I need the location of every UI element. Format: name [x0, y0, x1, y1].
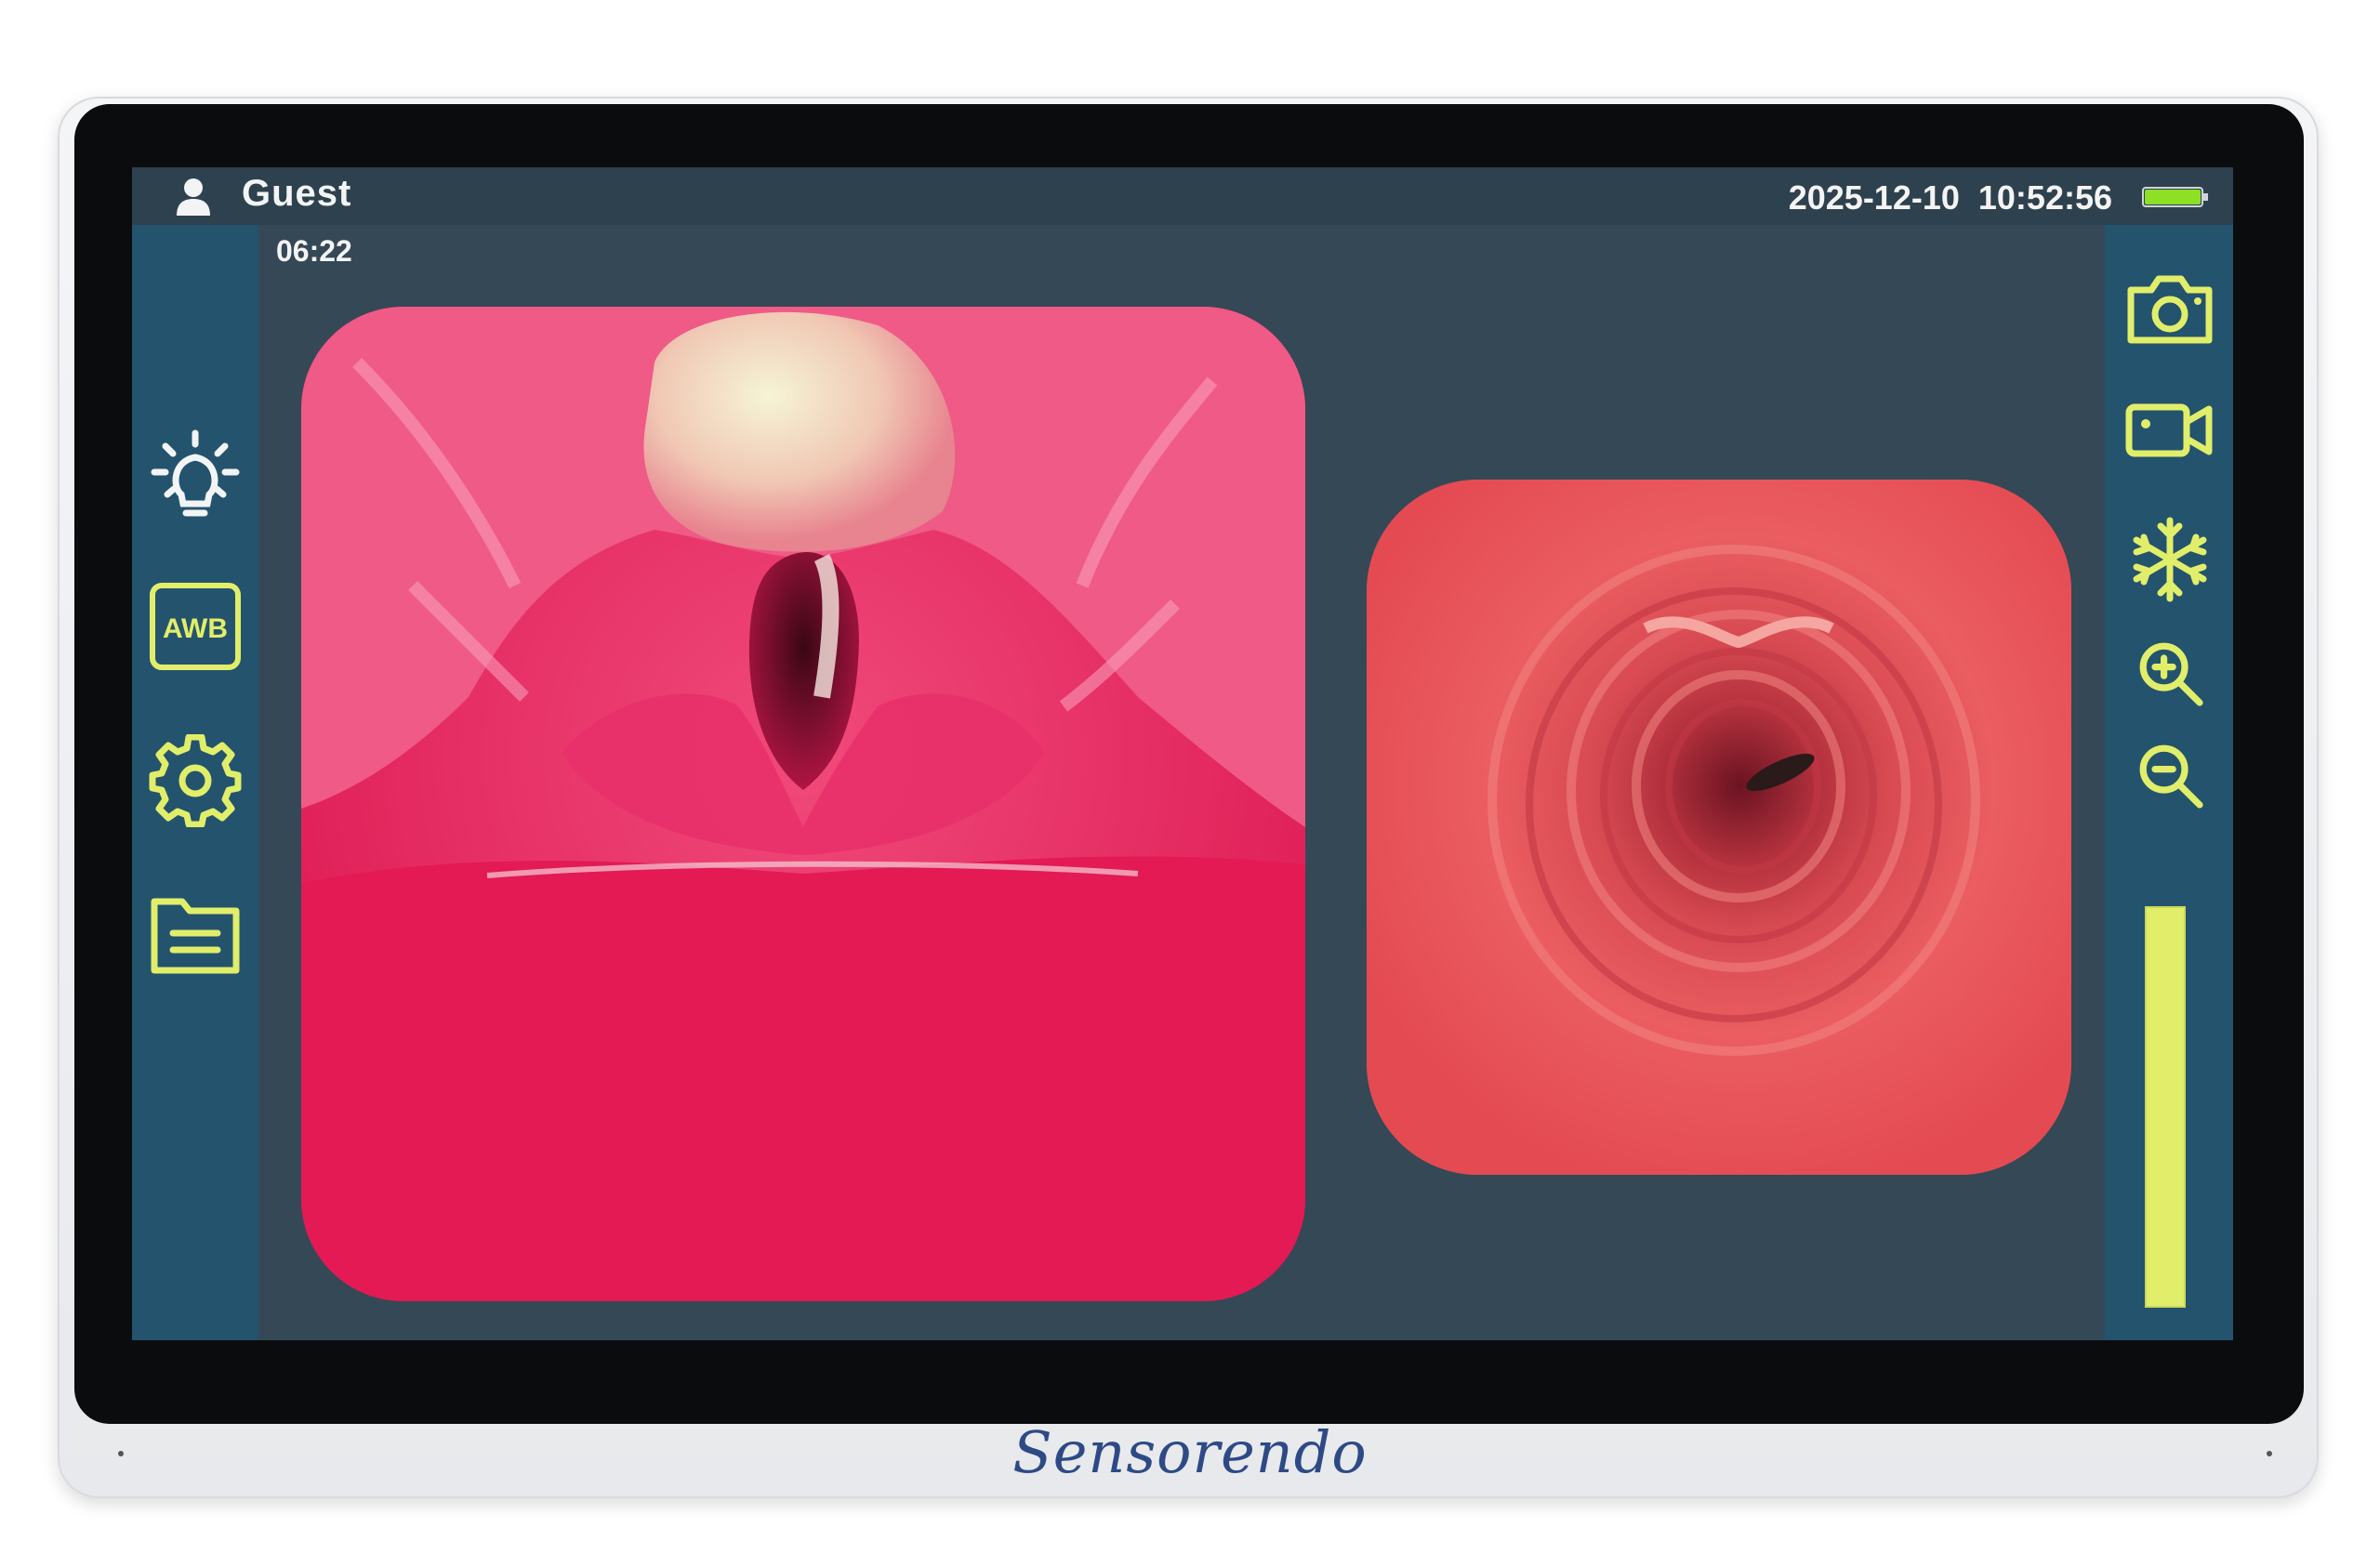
zoom-out-icon	[2139, 744, 2203, 809]
folder-icon	[151, 898, 240, 974]
brightness-icon	[151, 429, 240, 517]
zoom-out-button[interactable]	[2133, 738, 2207, 812]
settings-button[interactable]	[149, 734, 242, 827]
zoom-in-button[interactable]	[2133, 636, 2207, 710]
user-name[interactable]: Guest	[242, 173, 351, 215]
battery-icon	[2142, 187, 2209, 207]
awb-button[interactable]: AWB	[149, 580, 242, 673]
video-camera-icon	[2125, 403, 2213, 457]
record-video-button[interactable]	[2123, 383, 2216, 476]
tracheal-view-image	[1367, 480, 2071, 1175]
snowflake-icon	[2133, 517, 2207, 602]
brightness-button[interactable]	[149, 428, 242, 520]
zoom-level-bar[interactable]	[2145, 906, 2186, 1308]
capture-photo-button[interactable]	[2123, 262, 2216, 355]
awb-icon: AWB	[150, 583, 241, 670]
brand-logo: Sensorendo	[1012, 1418, 1368, 1486]
status-bar: Guest 2025-12-10 10:52:56	[132, 167, 2233, 225]
freeze-button[interactable]	[2123, 513, 2216, 606]
files-button[interactable]	[149, 887, 242, 980]
user-icon[interactable]	[173, 175, 214, 217]
laryngeal-view-image	[301, 307, 1305, 1301]
main-video-feed[interactable]	[301, 307, 1305, 1301]
awb-label: AWB	[163, 613, 228, 644]
endoscope-screen: Guest 2025-12-10 10:52:56 06:22 AWB	[132, 167, 2233, 1340]
zoom-in-icon	[2139, 642, 2203, 706]
pip-video-feed[interactable]	[1367, 480, 2071, 1175]
camera-icon	[2127, 275, 2213, 344]
gear-icon	[149, 734, 242, 827]
left-toolbar: AWB	[132, 225, 258, 1340]
date-time: 2025-12-10 10:52:56	[1788, 178, 2112, 217]
recording-timer: 06:22	[276, 234, 352, 268]
